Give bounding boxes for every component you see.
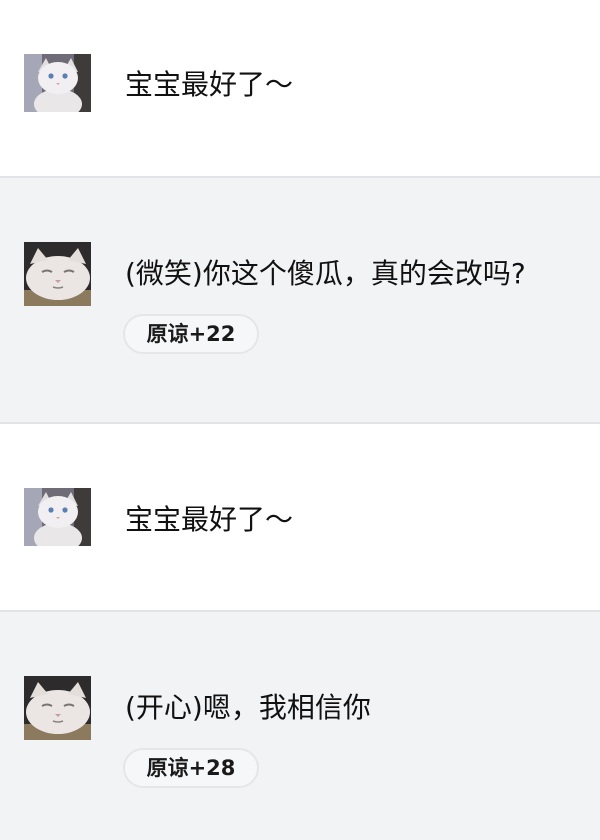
message-user: 宝宝最好了～ — [0, 0, 600, 178]
forgive-score-badge: 原谅+22 — [123, 314, 259, 354]
message-text: 宝宝最好了～ — [125, 503, 294, 536]
user-avatar[interactable] — [24, 54, 91, 112]
message-user: 宝宝最好了～ — [0, 424, 600, 612]
message-bot: (开心)嗯，我相信你 原谅+28 — [0, 612, 600, 840]
message-text: 宝宝最好了～ — [125, 68, 294, 101]
message-text: (微笑)你这个傻瓜，真的会改吗? — [125, 257, 526, 290]
smug-cat-icon — [24, 242, 91, 306]
message-bot: (微笑)你这个傻瓜，真的会改吗? 原谅+22 — [0, 178, 600, 424]
chat-thread: 宝宝最好了～ (微笑)你这个傻瓜，真的会改吗? 原谅+22 宝宝最好了～ (开心… — [0, 0, 600, 840]
bot-avatar[interactable] — [24, 676, 91, 740]
bot-avatar[interactable] — [24, 242, 91, 306]
white-cat-icon — [24, 488, 91, 546]
smug-cat-icon — [24, 676, 91, 740]
message-text: (开心)嗯，我相信你 — [125, 691, 371, 724]
user-avatar[interactable] — [24, 488, 91, 546]
forgive-score-badge: 原谅+28 — [123, 748, 259, 788]
white-cat-icon — [24, 54, 91, 112]
